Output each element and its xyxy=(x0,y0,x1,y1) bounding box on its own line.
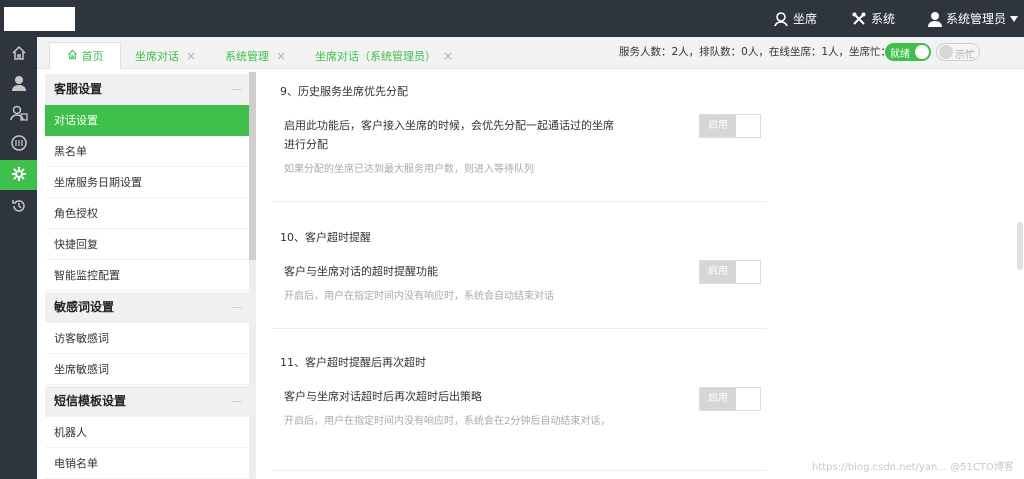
gear-icon xyxy=(11,166,27,185)
tab-system-management[interactable]: 系统管理 × xyxy=(225,42,286,69)
history-icon xyxy=(11,198,27,217)
setting-description: 客户与坐席对话的超时提醒功能 xyxy=(284,265,438,278)
enable-switch[interactable]: 启用 xyxy=(699,114,761,138)
logo xyxy=(4,7,75,31)
system-menu-label: 系统 xyxy=(871,12,896,26)
enable-switch[interactable]: 启用 xyxy=(699,387,761,411)
menu-group-sensitive-words[interactable]: 敏感词设置 — xyxy=(45,292,249,323)
user-icon xyxy=(928,11,942,27)
sidebar-settings[interactable] xyxy=(0,160,37,190)
setting-title: 11、客户超时提醒后再次超时 xyxy=(280,356,426,369)
knowledge-icon xyxy=(10,134,27,154)
switch-label: 启用 xyxy=(700,261,736,283)
agent-menu-label: 坐席 xyxy=(793,12,818,26)
menu-item-quick-reply[interactable]: 快捷回复 xyxy=(45,229,249,260)
headset-icon xyxy=(773,11,789,27)
setting-hint: 开启后，用户在指定时间内没有响应时，系统会自动结束对话 xyxy=(284,291,554,302)
watermark: https://blog.csdn.net/yan... @51CTO博客 xyxy=(812,462,1014,473)
top-bar: 坐席 系统 系统管理员 xyxy=(0,0,1024,37)
chevron-up-icon: — xyxy=(231,300,243,314)
sidebar-history[interactable] xyxy=(0,192,37,222)
settings-content: 9、历史服务坐席优先分配 启用此功能后，客户接入坐席的时候，会优先分配一起通话过… xyxy=(262,72,1024,479)
tab-agent-chat[interactable]: 坐席对话 × xyxy=(135,42,196,69)
divider xyxy=(272,328,767,329)
menu-item-visitor-words[interactable]: 访客敏感词 xyxy=(45,323,249,354)
switch-label: 启用 xyxy=(700,115,736,137)
tab-label: 坐席对话（系统管理员） xyxy=(315,49,436,63)
busy-label: 示忙 xyxy=(955,50,975,61)
content-scrollbar[interactable] xyxy=(1017,222,1023,270)
setting-description: 客户与坐席对话超时后再次超时后出策略 xyxy=(284,390,482,403)
menu-item-smart-monitor[interactable]: 智能监控配置 xyxy=(45,260,249,291)
tools-icon xyxy=(851,11,867,27)
toggle-knob xyxy=(915,45,929,59)
divider xyxy=(272,201,767,202)
setting-hint: 开启后，用户在指定时间内没有响应时，系统会在2分钟后自动结束对话， xyxy=(284,416,611,427)
tab-bar: 首页 坐席对话 × 系统管理 × 坐席对话（系统管理员） × 服务人数：2人，排… xyxy=(37,37,1024,69)
enable-switch[interactable]: 启用 xyxy=(699,260,761,284)
system-menu-button[interactable]: 系统 xyxy=(851,0,895,37)
chevron-up-icon: — xyxy=(231,82,243,96)
setting-description: 启用此功能后，客户接入坐席的时候，会优先分配一起通话过的坐席进行分配 xyxy=(284,119,614,151)
busy-toggle[interactable]: 示忙 xyxy=(936,43,980,61)
tab-label: 系统管理 xyxy=(225,49,269,63)
service-status-text: 服务人数：2人，排队数：0人，在线坐席：1人，坐席忙：0人 xyxy=(619,46,909,58)
close-icon[interactable]: × xyxy=(186,49,196,63)
user-menu-button[interactable]: 系统管理员 xyxy=(928,0,1019,37)
sidebar-home[interactable] xyxy=(0,39,37,69)
setting-hint: 如果分配的坐席已达到最大服务用户数，则进入等待队列 xyxy=(284,164,534,175)
tab-label: 首页 xyxy=(81,50,104,63)
home-icon xyxy=(67,49,78,63)
users-icon xyxy=(9,105,28,124)
chevron-up-icon: — xyxy=(231,394,243,408)
icon-sidebar xyxy=(0,37,37,479)
menu-item-telesales-list[interactable]: 电销名单 xyxy=(45,448,249,479)
menu-group-customer-service[interactable]: 客服设置 — xyxy=(45,74,249,105)
switch-label: 启用 xyxy=(700,388,736,410)
scrollbar-thumb[interactable] xyxy=(249,72,256,260)
user-icon xyxy=(11,75,26,94)
ready-toggle[interactable]: 就绪 xyxy=(885,43,931,61)
tab-label: 坐席对话 xyxy=(135,49,179,63)
menu-scrollbar[interactable] xyxy=(249,72,256,479)
close-icon[interactable]: × xyxy=(276,49,286,63)
toggle-knob xyxy=(939,45,953,59)
menu-item-role-auth[interactable]: 角色授权 xyxy=(45,198,249,229)
divider xyxy=(272,470,767,471)
home-icon xyxy=(11,45,27,64)
menu-group-title: 敏感词设置 xyxy=(54,300,115,314)
menu-group-title: 短信模板设置 xyxy=(54,394,127,408)
agent-menu-button[interactable]: 坐席 xyxy=(773,0,817,37)
menu-item-agent-words[interactable]: 坐席敏感词 xyxy=(45,354,249,385)
setting-title: 10、客户超时提醒 xyxy=(280,231,371,244)
close-icon[interactable]: × xyxy=(443,49,453,63)
user-menu-label: 系统管理员 xyxy=(946,12,1007,26)
menu-item-robot[interactable]: 机器人 xyxy=(45,417,249,448)
sidebar-user[interactable] xyxy=(0,69,37,99)
setting-title: 9、历史服务坐席优先分配 xyxy=(280,85,408,98)
menu-item-chat-settings[interactable]: 对话设置 xyxy=(45,105,249,136)
caret-down-icon xyxy=(1010,15,1019,22)
menu-group-sms-templates[interactable]: 短信模板设置 — xyxy=(45,386,249,417)
tab-home[interactable]: 首页 xyxy=(49,42,121,69)
tab-agent-chat-admin[interactable]: 坐席对话（系统管理员） × xyxy=(315,42,453,69)
ready-label: 就绪 xyxy=(890,49,910,60)
settings-menu: 客服设置 — 对话设置 黑名单 坐席服务日期设置 角色授权 快捷回复 智能监控配… xyxy=(45,72,249,479)
sidebar-users[interactable] xyxy=(0,99,37,129)
sidebar-knowledge[interactable] xyxy=(0,129,37,159)
menu-group-title: 客服设置 xyxy=(54,82,103,96)
menu-item-agent-date[interactable]: 坐席服务日期设置 xyxy=(45,167,249,198)
menu-item-blacklist[interactable]: 黑名单 xyxy=(45,136,249,167)
